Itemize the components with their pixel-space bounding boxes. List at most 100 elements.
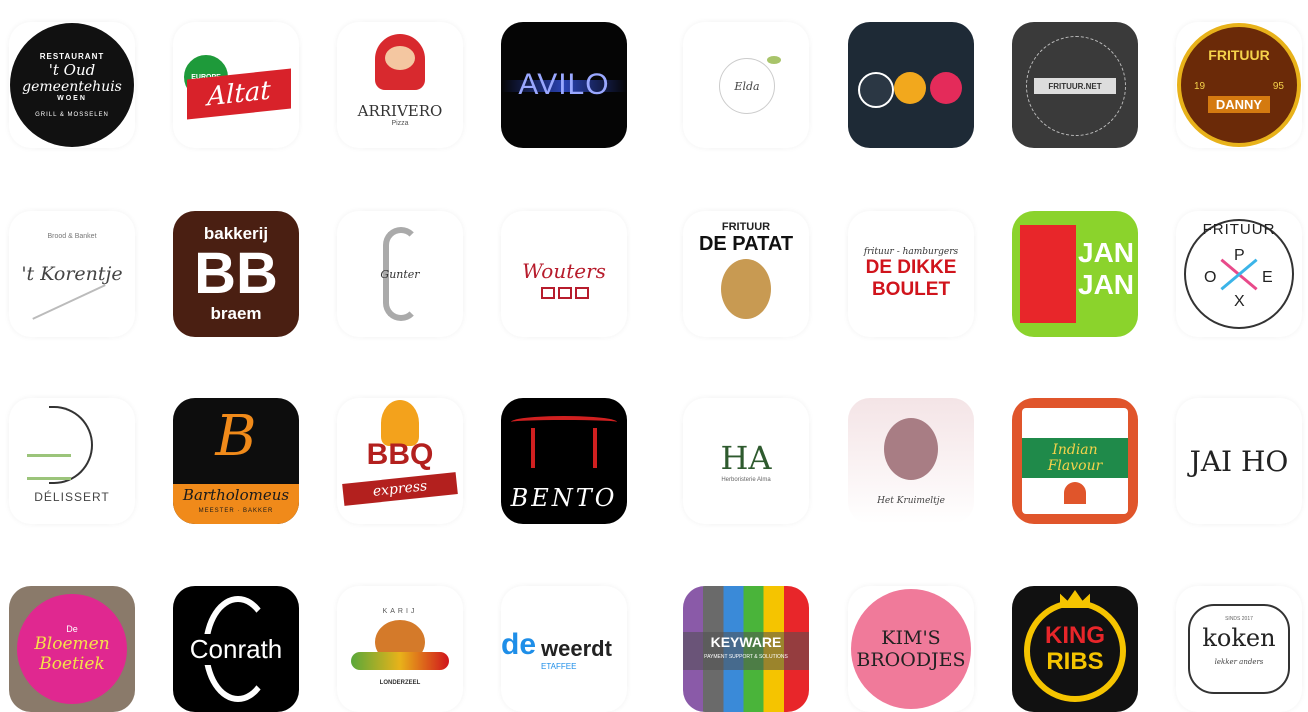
logo-ha[interactable]: HA Herboristerie Alma xyxy=(683,398,809,524)
chat-icon xyxy=(894,72,926,104)
gunter-name: Gunter xyxy=(380,267,420,281)
arrivero-sub: Pizza xyxy=(391,120,409,127)
potato-mascot-icon xyxy=(721,259,771,319)
keyware-sub: PAYMENT SUPPORT & SOLUTIONS xyxy=(704,654,788,660)
kim-circle: KIM'S BROODJES xyxy=(851,589,971,709)
avilo-name: AVILO xyxy=(518,68,610,101)
oud-line2: gemeentehuis xyxy=(22,79,122,95)
elda-circle: Elda xyxy=(719,58,775,114)
logo-avilo[interactable]: AVILO xyxy=(501,22,627,148)
logo-elda[interactable]: Elda xyxy=(683,22,809,148)
logo-londerzeel[interactable]: KARIJ LONDERZEEL xyxy=(337,586,463,712)
de-weerdt-de: de xyxy=(501,628,537,661)
logo-arrivero[interactable]: ARRIVERO Pizza xyxy=(337,22,463,148)
de-weerdt-name: weerdt xyxy=(541,636,612,661)
kim-line1: KIM'S xyxy=(881,627,941,649)
jan-line1: JAN xyxy=(1078,237,1135,268)
londerzeel-top: KARIJ xyxy=(382,608,418,615)
bloemen-line1: Bloemen xyxy=(34,634,110,654)
logo-bloemen-boetiek[interactable]: De Bloemen Boetiek xyxy=(9,586,135,712)
londerzeel-name: LONDERZEEL xyxy=(379,680,421,686)
jan-line2: JAN xyxy=(1078,269,1135,300)
boulet-line1: DE DIKKE xyxy=(865,257,957,278)
opex-x: X xyxy=(1234,293,1245,310)
logo-bbq-express[interactable]: BBQ express xyxy=(337,398,463,524)
danny-year-left: 19 xyxy=(1194,81,1206,92)
kruimeltje-figure-icon xyxy=(884,418,938,480)
jai-ho-name: JAI HO xyxy=(1189,444,1289,478)
cup-icon xyxy=(858,72,894,108)
logo-delissert[interactable]: DÉLISSERT xyxy=(9,398,135,524)
opex-e: E xyxy=(1262,269,1273,286)
frituur-net-name: FRITUUR.NET xyxy=(1034,78,1116,94)
logo-kims-broodjes[interactable]: KIM'S BROODJES xyxy=(848,586,974,712)
patat-top: FRITUUR xyxy=(721,221,771,233)
bloemen-line2: Boetiek xyxy=(39,654,105,674)
delissert-name: DÉLISSERT xyxy=(34,490,110,504)
indian-line1: Indian xyxy=(1052,442,1098,458)
logo-bakkerij-braem[interactable]: bakkerij BB braem xyxy=(173,211,299,337)
logo-bento[interactable]: BENTO xyxy=(501,398,627,524)
danny-year-right: 95 xyxy=(1272,81,1284,92)
logo-korentje[interactable]: Brood & Banket 't Korentje xyxy=(9,211,135,337)
korentje-top: Brood & Banket xyxy=(47,233,97,240)
wouters-name: Wouters xyxy=(522,259,606,283)
indian-banner: Indian Flavour xyxy=(1022,438,1128,478)
bento-name: BENTO xyxy=(510,484,618,512)
logo-wouters[interactable]: Wouters xyxy=(501,211,627,337)
koken-top: SINDS 2017 xyxy=(1225,616,1253,622)
wheat-icon xyxy=(32,284,106,320)
bbq-ribbon: express xyxy=(342,472,458,506)
koken-name: koken xyxy=(1202,624,1276,652)
danny-name: DANNY xyxy=(1207,96,1271,113)
torii-roof-icon xyxy=(511,416,617,428)
boulet-top: frituur - hamburgers xyxy=(863,247,959,257)
ha-sub: Herboristerie Alma xyxy=(721,477,771,483)
logo-king-ribs[interactable]: KING RIBS xyxy=(1012,586,1138,712)
opex-p: P xyxy=(1234,247,1245,264)
keyware-name: KEYWARE xyxy=(710,634,782,650)
logo-frituur-danny[interactable]: FRITUUR 19 95 DANNY xyxy=(1176,22,1302,148)
opex-top: FRITUUR xyxy=(1202,221,1276,238)
boulet-line2: BOULET xyxy=(871,279,951,300)
elda-name: Elda xyxy=(734,79,760,93)
logo-de-weerdt[interactable]: de weerdt ETAFFEE xyxy=(501,586,627,712)
logo-altat[interactable]: EUROPE Altat xyxy=(173,22,299,148)
food-tray-icon xyxy=(351,652,449,670)
logo-jai-ho[interactable]: JAI HO xyxy=(1176,398,1302,524)
logo-oud-gemeentehuis[interactable]: RESTAURANT 't Oud gemeentehuis WOEN GRIL… xyxy=(9,22,135,148)
oud-bottom: GRILL & MOSSELEN xyxy=(35,112,109,118)
king-line2: RIBS xyxy=(1046,648,1104,675)
kruimeltje-name: Het Kruimeltje xyxy=(877,496,945,506)
logo-het-kruimeltje[interactable]: Het Kruimeltje xyxy=(848,398,974,524)
braem-bottom: braem xyxy=(210,304,262,323)
oud-line1: 't Oud xyxy=(48,61,96,79)
de-weerdt-sub: ETAFFEE xyxy=(541,662,577,671)
bartholomeus-name: Bartholomeus xyxy=(182,486,290,504)
korentje-name: 't Korentje xyxy=(21,263,123,285)
ha-name: HA xyxy=(720,439,772,477)
temple-icon xyxy=(1064,482,1086,504)
kim-line2: BROODJES xyxy=(856,649,966,671)
logo-dikke-boulet[interactable]: frituur - hamburgers DE DIKKE BOULET xyxy=(848,211,974,337)
logo-frituur-net[interactable]: FRITUUR.NET xyxy=(1012,22,1138,148)
oud-line3: WOEN xyxy=(57,95,87,102)
logo-jan-jan[interactable]: JAN JAN xyxy=(1012,211,1138,337)
logo-frituur-opex[interactable]: FRITUUR P O E X xyxy=(1176,211,1302,337)
koken-sub: lekker anders xyxy=(1214,658,1264,666)
logo-app-circles[interactable] xyxy=(848,22,974,148)
bbq-name: BBQ xyxy=(366,438,434,471)
logo-keyware[interactable]: KEYWARE PAYMENT SUPPORT & SOLUTIONS xyxy=(683,586,809,712)
bartholomeus-sub: MEESTER · BAKKER xyxy=(198,508,274,514)
bloemen-top: De xyxy=(66,624,78,634)
chef-face-icon xyxy=(385,46,415,70)
logo-indian-flavour[interactable]: Indian Flavour xyxy=(1012,398,1138,524)
king-line1: KING xyxy=(1045,622,1105,649)
logo-gunter[interactable]: Gunter xyxy=(337,211,463,337)
conrath-name: Conrath xyxy=(187,633,285,665)
logo-koken[interactable]: SINDS 2017 koken lekker anders xyxy=(1176,586,1302,712)
logo-conrath[interactable]: Conrath xyxy=(173,586,299,712)
logo-bartholomeus[interactable]: B Bartholomeus MEESTER · BAKKER xyxy=(173,398,299,524)
bartholomeus-letter: B xyxy=(215,404,257,469)
logo-frituur-de-patat[interactable]: FRITUUR DE PATAT xyxy=(683,211,809,337)
